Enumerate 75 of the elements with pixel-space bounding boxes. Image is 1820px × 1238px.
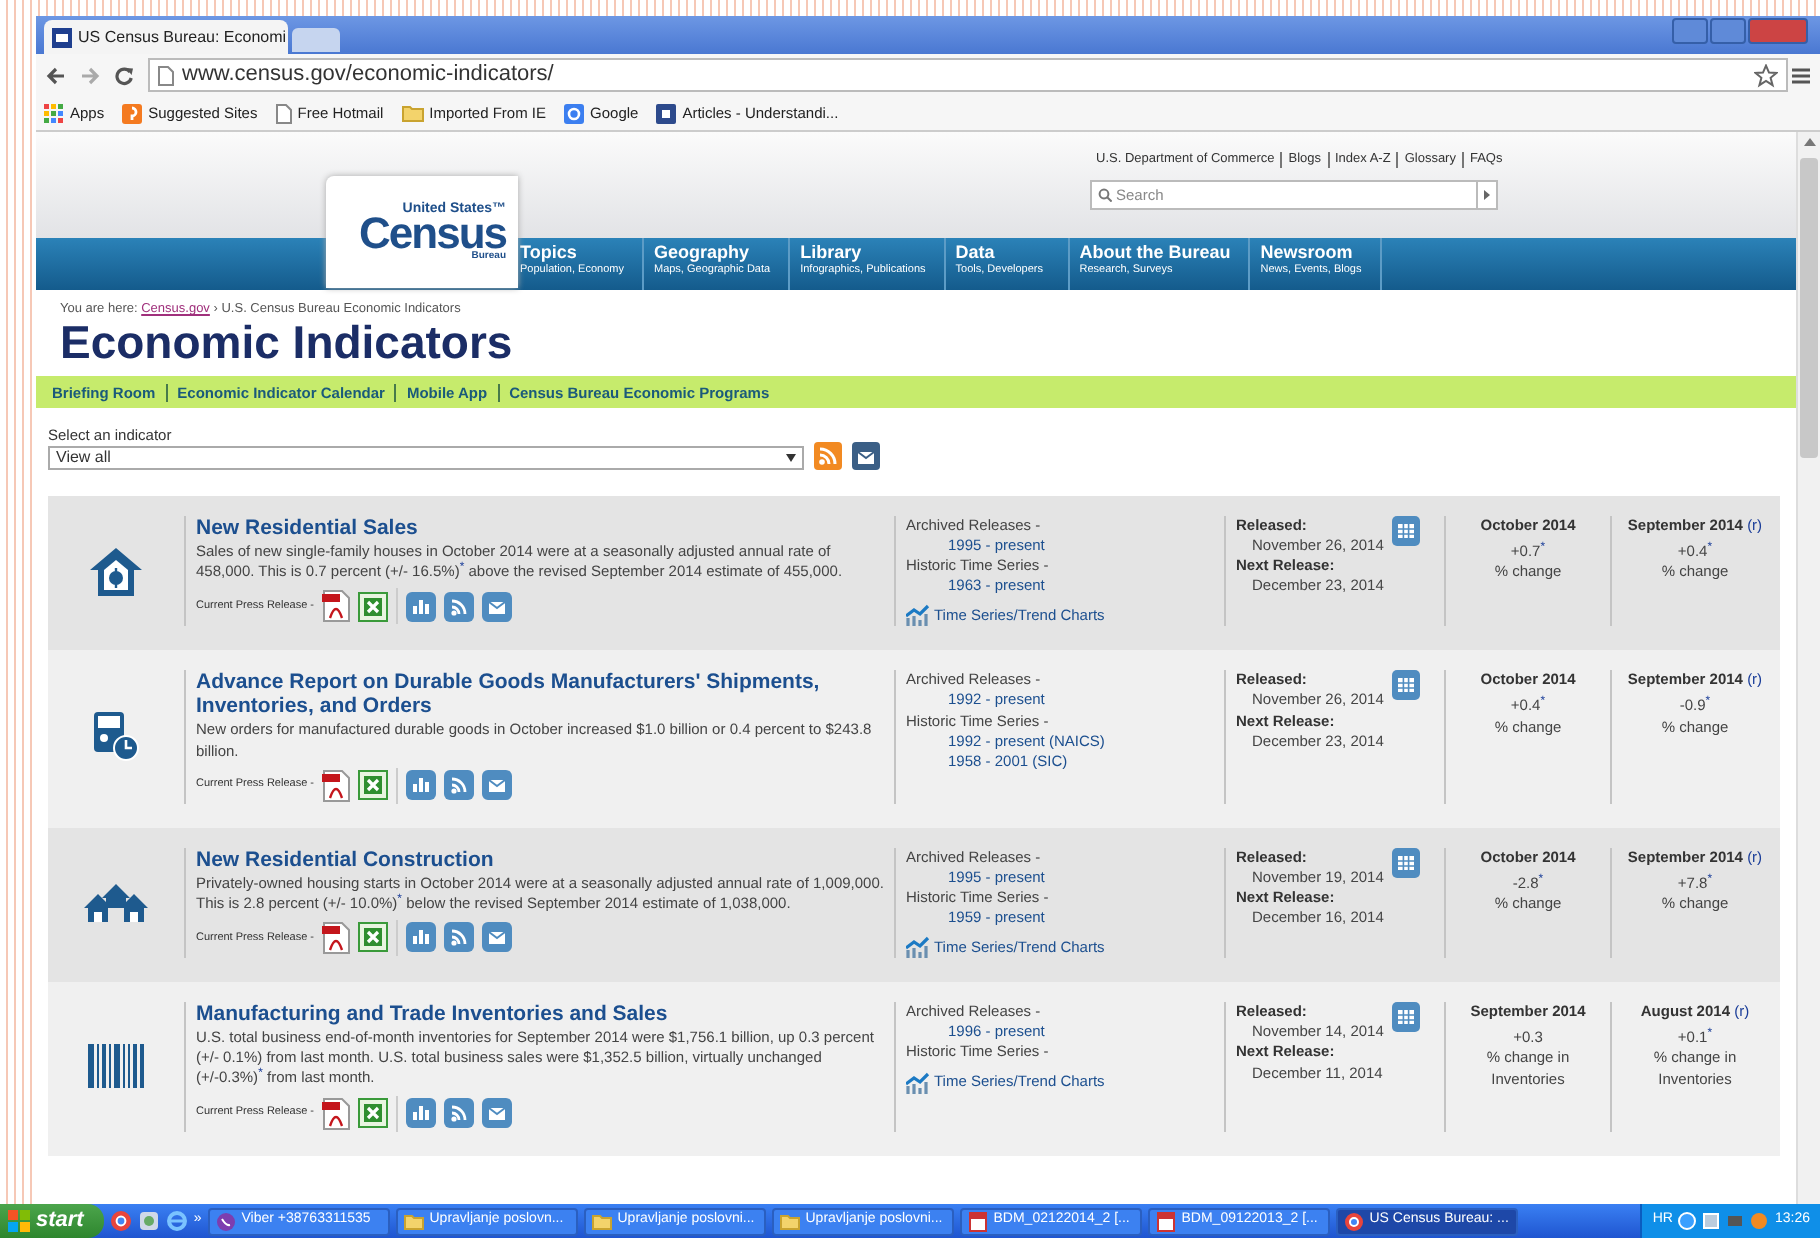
email-icon[interactable] [852, 441, 880, 470]
calendar-icon[interactable] [1391, 1002, 1420, 1033]
caret-icon [786, 453, 796, 462]
email-icon[interactable] [482, 922, 512, 953]
app-icon [967, 1211, 988, 1231]
indicator-select[interactable]: View all [48, 445, 804, 470]
page-title: Economic Indicators [58, 318, 515, 369]
indicator-title-link[interactable]: Advance Report on Durable Goods Manufacturers' Shipments, Inventories, and Orders [196, 670, 886, 719]
app-icon [215, 1211, 236, 1231]
rss-icon[interactable] [444, 591, 474, 622]
calendar-icon[interactable] [1391, 847, 1420, 878]
rss-icon[interactable] [444, 1098, 474, 1129]
line-chart-icon [906, 936, 930, 959]
email-icon[interactable] [482, 770, 512, 801]
line-chart-icon [906, 604, 930, 627]
device-clock-icon [92, 710, 140, 763]
app-icon [1155, 1211, 1176, 1231]
rss-icon[interactable] [444, 770, 474, 801]
reload-icon[interactable] [114, 65, 134, 85]
bar-chart-icon[interactable] [406, 770, 436, 801]
star-icon[interactable] [1754, 63, 1778, 87]
browser-icon[interactable] [109, 1210, 132, 1232]
app-icon [779, 1211, 800, 1231]
app-icon [1343, 1211, 1364, 1231]
calendar-icon[interactable] [1391, 670, 1420, 701]
indicator-title-link[interactable]: New Residential Sales [196, 515, 886, 540]
bar-chart-icon[interactable] [406, 922, 436, 953]
folder-icon [401, 104, 424, 122]
bar-chart-icon[interactable] [406, 591, 436, 622]
app-icon [403, 1211, 424, 1231]
bookmark-icon [656, 103, 677, 123]
minimize-button[interactable] [1672, 18, 1708, 44]
start-button[interactable]: start [0, 1204, 104, 1238]
menu-icon[interactable] [1792, 65, 1810, 85]
line-chart-icon [906, 1071, 930, 1094]
apps-grid-icon [44, 103, 64, 123]
spreadsheet-icon[interactable] [358, 591, 388, 622]
indicator-title-link[interactable]: New Residential Construction [196, 847, 886, 872]
browser-tab[interactable]: US Census Bureau: Economi [44, 20, 288, 54]
search-icon [1098, 188, 1112, 203]
back-arrow-icon[interactable] [46, 65, 66, 85]
bookmark-icon [122, 103, 143, 123]
page-icon [275, 103, 292, 123]
email-icon[interactable] [482, 1098, 512, 1129]
scroll-thumb[interactable] [1800, 158, 1818, 458]
favicon-icon [52, 27, 72, 47]
pdf-icon[interactable] [322, 921, 350, 954]
browser-icon[interactable] [165, 1210, 188, 1232]
house-dollar-icon [88, 545, 144, 598]
up-arrow-icon[interactable] [1803, 138, 1815, 146]
caret-icon [1484, 190, 1490, 201]
app-icon[interactable] [137, 1210, 160, 1232]
pdf-icon[interactable] [322, 769, 350, 802]
bar-chart-icon[interactable] [406, 1098, 436, 1129]
spreadsheet-icon[interactable] [358, 1098, 388, 1129]
scrollbar[interactable] [1796, 132, 1820, 1204]
indicator-title-link[interactable]: Manufacturing and Trade Inventories and Sales [196, 1002, 886, 1027]
pdf-icon[interactable] [322, 590, 350, 623]
forward-arrow-icon[interactable] [80, 65, 100, 85]
logo-text: Census [359, 215, 506, 253]
pdf-icon[interactable] [322, 1097, 350, 1130]
address-bar[interactable]: www.census.gov/economic-indicators/ [148, 58, 1788, 92]
barcode-icon [88, 1044, 144, 1089]
rss-icon[interactable] [444, 922, 474, 953]
houses-icon [84, 880, 148, 925]
spreadsheet-icon[interactable] [358, 770, 388, 801]
maximize-button[interactable] [1710, 18, 1746, 44]
app-icon [591, 1211, 612, 1231]
bookmark-icon [564, 103, 585, 123]
email-icon[interactable] [482, 591, 512, 622]
rss-icon[interactable] [814, 441, 842, 470]
page-icon [158, 65, 174, 85]
spreadsheet-icon[interactable] [358, 922, 388, 953]
calendar-icon[interactable] [1391, 515, 1420, 546]
windows-logo-icon [8, 1210, 30, 1232]
